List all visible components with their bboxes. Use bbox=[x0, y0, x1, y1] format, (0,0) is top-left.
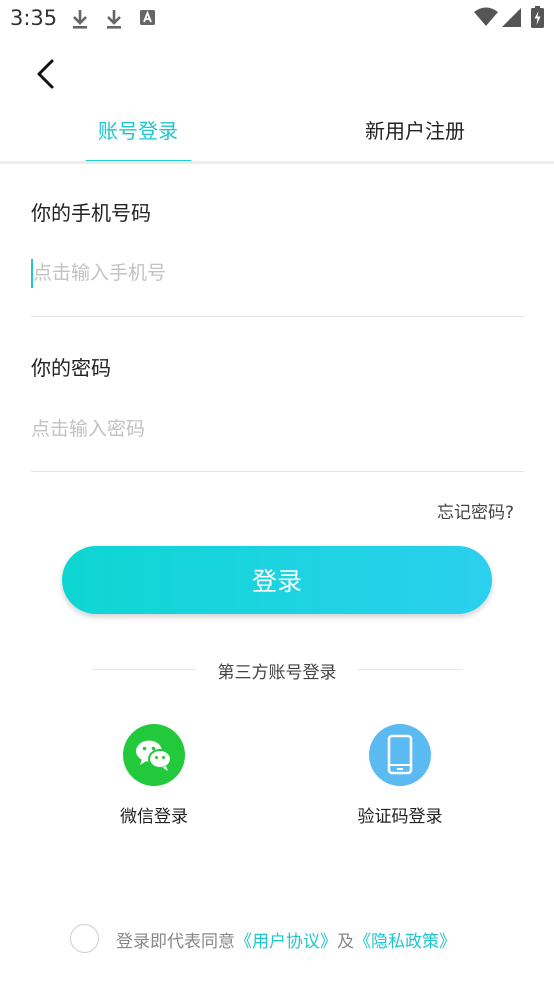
privacy-policy-link[interactable]: 《隐私政策》 bbox=[354, 932, 456, 952]
user-agreement-link[interactable]: 《用户协议》 bbox=[235, 932, 337, 952]
battery-charging-icon bbox=[531, 6, 544, 28]
download-icon bbox=[73, 10, 87, 29]
cell-signal-icon bbox=[502, 8, 521, 27]
wechat-icon-badge bbox=[123, 724, 185, 786]
third-party-title: 第三方账号登录 bbox=[217, 663, 337, 683]
chevron-left-icon bbox=[37, 59, 54, 89]
agreement-and: 及 bbox=[337, 932, 354, 952]
phone-divider bbox=[31, 316, 524, 317]
tab-account-login[interactable]: 账号登录 bbox=[38, 108, 238, 154]
status-bar: 3:35 bbox=[0, 0, 554, 38]
agreement-prefix: 登录即代表同意 bbox=[116, 932, 235, 952]
phone-icon bbox=[387, 734, 413, 775]
password-divider bbox=[31, 471, 524, 472]
agreement-text: 登录即代表同意《用户协议》及《隐私政策》 bbox=[116, 927, 456, 952]
wechat-login-button[interactable]: 微信登录 bbox=[74, 724, 234, 827]
agreement-row: 登录即代表同意《用户协议》及《隐私政策》 bbox=[70, 924, 530, 954]
wechat-icon bbox=[136, 740, 172, 771]
agreement-checkbox[interactable] bbox=[70, 924, 99, 953]
login-button[interactable]: 登录 bbox=[62, 546, 492, 614]
forgot-password-link[interactable]: 忘记密码? bbox=[437, 498, 514, 523]
tabs-divider bbox=[0, 161, 554, 164]
wifi-icon bbox=[474, 7, 498, 26]
wechat-login-label: 微信登录 bbox=[120, 807, 188, 827]
download-icon bbox=[107, 10, 121, 29]
password-input[interactable] bbox=[31, 409, 524, 449]
phone-input[interactable] bbox=[31, 253, 524, 293]
third-party-divider-right bbox=[358, 669, 462, 670]
tab-new-user-register[interactable]: 新用户注册 bbox=[315, 108, 515, 154]
phone-icon-badge bbox=[369, 724, 431, 786]
sms-code-login-button[interactable]: 验证码登录 bbox=[320, 724, 480, 827]
sms-code-login-label: 验证码登录 bbox=[357, 807, 443, 827]
status-time: 3:35 bbox=[10, 6, 58, 30]
back-button[interactable] bbox=[26, 54, 66, 94]
password-label: 你的密码 bbox=[31, 356, 111, 380]
auth-tabs: 账号登录 新用户注册 bbox=[0, 108, 554, 164]
phone-label: 你的手机号码 bbox=[31, 201, 151, 225]
text-a-icon bbox=[140, 10, 155, 25]
third-party-divider-left bbox=[92, 669, 196, 670]
